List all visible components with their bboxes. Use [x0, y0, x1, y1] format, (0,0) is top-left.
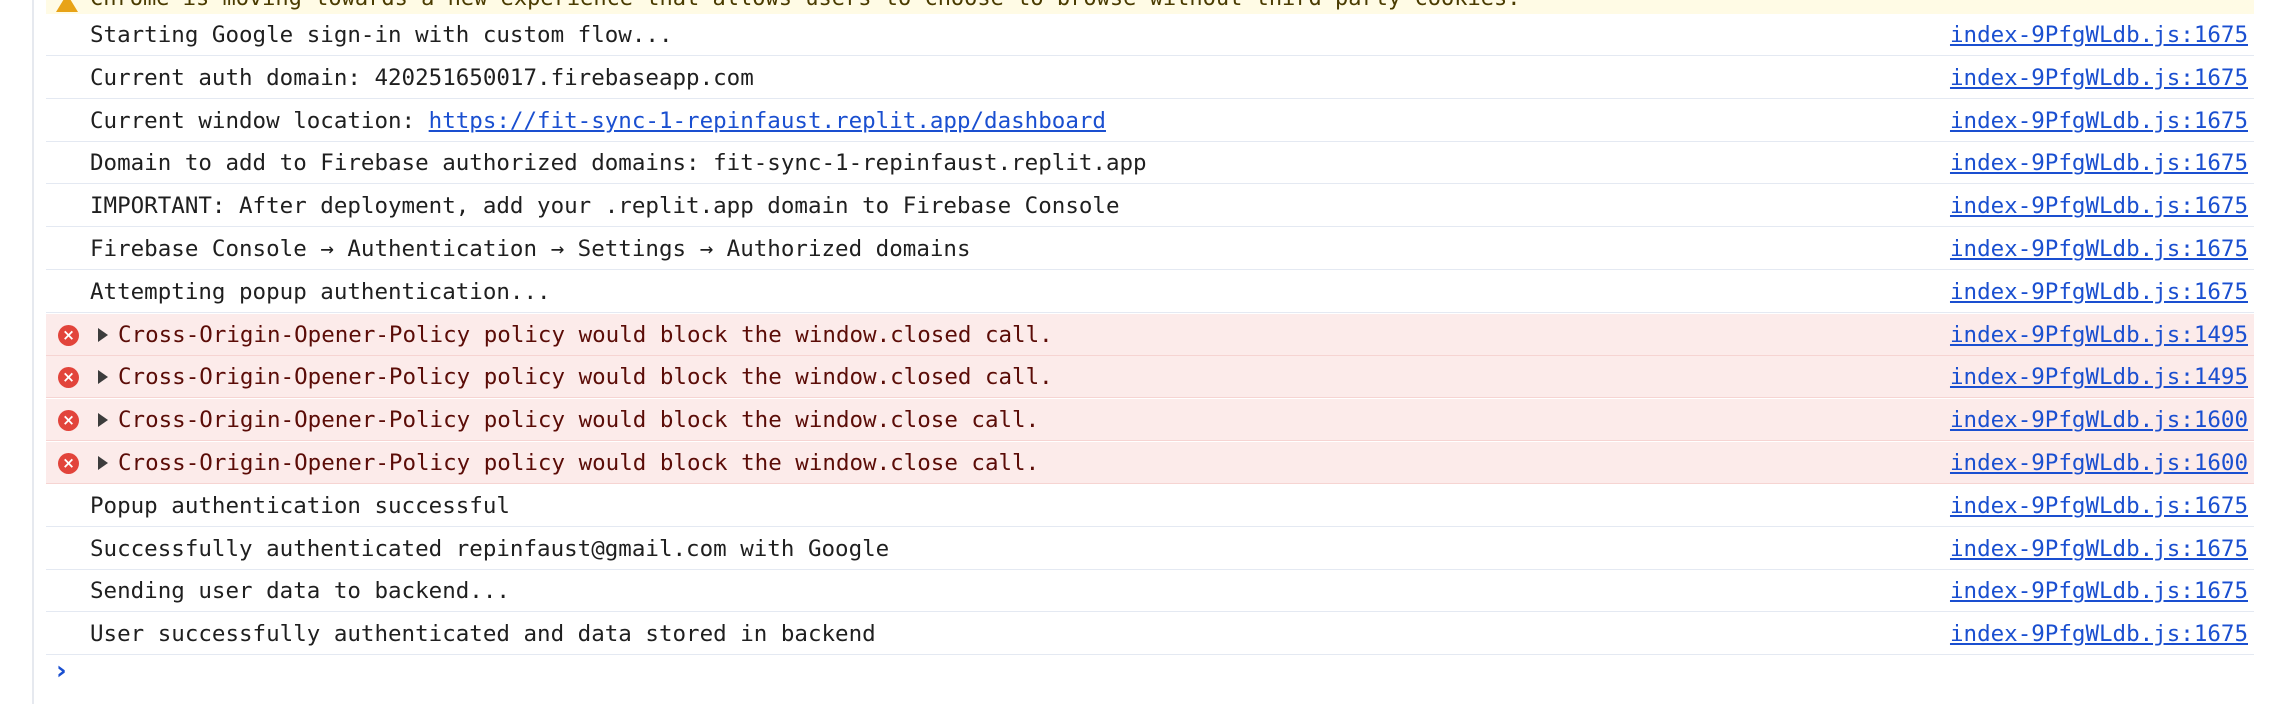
- warning-text: Chrome is moving towards a new experienc…: [90, 0, 1520, 12]
- console-message-text: Popup authentication successful: [90, 492, 510, 519]
- console-message-text: Cross-Origin-Opener-Policy policy would …: [118, 364, 1053, 391]
- error-circle-icon: ×: [58, 367, 79, 389]
- console-message-text: Successfully authenticated repinfaust@gm…: [90, 535, 890, 562]
- console-log-row: User successfully authenticated and data…: [46, 613, 2254, 656]
- source-link[interactable]: index-9PfgWLdb.js:1675: [1950, 536, 2248, 562]
- console-log-row: Starting Google sign-in with custom flow…: [46, 14, 2254, 56]
- source-link[interactable]: index-9PfgWLdb.js:1675: [1950, 193, 2248, 219]
- source-link[interactable]: index-9PfgWLdb.js:1675: [1950, 150, 2248, 176]
- console-log-row: Successfully authenticated repinfaust@gm…: [46, 528, 2254, 570]
- source-link[interactable]: index-9PfgWLdb.js:1495: [1950, 322, 2248, 348]
- cookie-warning-banner: Chrome is moving towards a new experienc…: [46, 0, 2254, 14]
- warning-triangle-icon: [56, 0, 78, 12]
- console-error-row: × Cross-Origin-Opener-Policy policy would…: [46, 313, 2254, 356]
- console-error-row: × Cross-Origin-Opener-Policy policy would…: [46, 356, 2254, 399]
- expand-triangle-icon[interactable]: [98, 456, 108, 470]
- console-error-row: × Cross-Origin-Opener-Policy policy would…: [46, 399, 2254, 442]
- source-link[interactable]: index-9PfgWLdb.js:1675: [1950, 279, 2248, 305]
- console-message-text: Sending user data to backend...: [90, 578, 510, 605]
- console-log-row: Domain to add to Firebase authorized dom…: [46, 142, 2254, 185]
- console-log-row: Sending user data to backend... index-9Pf…: [46, 570, 2254, 613]
- source-link[interactable]: index-9PfgWLdb.js:1675: [1950, 621, 2248, 647]
- source-link[interactable]: index-9PfgWLdb.js:1675: [1950, 493, 2248, 519]
- message-prefix: Current window location:: [90, 107, 429, 134]
- console-log-row: Popup authentication successful index-9Pf…: [46, 485, 2254, 527]
- console-input[interactable]: [84, 654, 2248, 690]
- error-circle-icon: ×: [58, 324, 79, 346]
- source-link[interactable]: index-9PfgWLdb.js:1675: [1950, 236, 2248, 262]
- error-circle-icon: ×: [58, 410, 79, 432]
- console-message-text: Current window location: https://fit-syn…: [90, 108, 1106, 134]
- console-message-text: Cross-Origin-Opener-Policy policy would …: [118, 407, 1040, 434]
- source-link[interactable]: index-9PfgWLdb.js:1675: [1950, 22, 2248, 48]
- console-message-text: Domain to add to Firebase authorized dom…: [90, 150, 1147, 177]
- console-error-row: × Cross-Origin-Opener-Policy policy would…: [46, 442, 2254, 484]
- source-link[interactable]: index-9PfgWLdb.js:1495: [1950, 364, 2248, 390]
- source-link[interactable]: index-9PfgWLdb.js:1600: [1950, 407, 2248, 433]
- console-message-text: Cross-Origin-Opener-Policy policy would …: [118, 450, 1040, 476]
- console-message-text: Cross-Origin-Opener-Policy policy would …: [118, 321, 1053, 348]
- source-link[interactable]: index-9PfgWLdb.js:1675: [1950, 108, 2248, 134]
- console-log-row: IMPORTANT: After deployment, add your .r…: [46, 185, 2254, 228]
- chevron-right-icon: ›: [56, 656, 67, 686]
- source-link[interactable]: index-9PfgWLdb.js:1675: [1950, 578, 2248, 604]
- console-log-row: Current auth domain: 420251650017.fireba…: [46, 57, 2254, 99]
- source-link[interactable]: index-9PfgWLdb.js:1600: [1950, 450, 2248, 476]
- console-log-row: Firebase Console → Authentication → Sett…: [46, 228, 2254, 270]
- console-message-text: IMPORTANT: After deployment, add your .r…: [90, 193, 1120, 220]
- console-message-text: Current auth domain: 420251650017.fireba…: [90, 64, 754, 91]
- console-gutter: [32, 0, 34, 704]
- expand-triangle-icon[interactable]: [98, 327, 108, 342]
- console-message-text: User successfully authenticated and data…: [90, 621, 876, 648]
- console-message-text: Attempting popup authentication...: [90, 278, 551, 305]
- source-link[interactable]: index-9PfgWLdb.js:1675: [1950, 65, 2248, 91]
- expand-triangle-icon[interactable]: [98, 370, 108, 385]
- expand-triangle-icon[interactable]: [98, 413, 108, 428]
- console-log-row: Attempting popup authentication... index-…: [46, 271, 2254, 313]
- message-url-link[interactable]: https://fit-sync-1-repinfaust.replit.app…: [429, 108, 1106, 134]
- error-circle-icon: ×: [58, 453, 79, 474]
- console-message-text: Starting Google sign-in with custom flow…: [90, 22, 673, 48]
- devtools-console: Chrome is moving towards a new experienc…: [0, 0, 2292, 704]
- console-log-row: Current window location: https://fit-syn…: [46, 100, 2254, 142]
- console-message-text: Firebase Console → Authentication → Sett…: [90, 236, 971, 262]
